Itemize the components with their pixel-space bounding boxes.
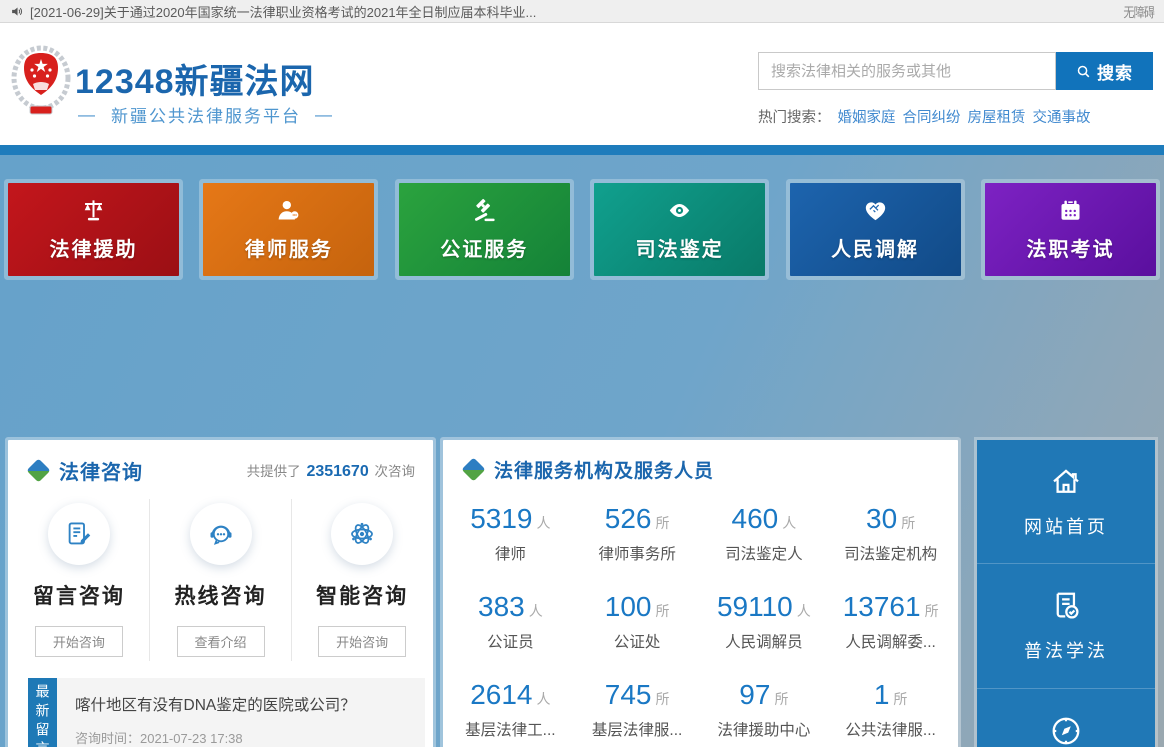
start-consult-button[interactable]: 开始咨询 — [318, 626, 406, 657]
option-hotline-consult: 热线咨询 查看介绍 — [150, 503, 292, 657]
subtitle-dash-right: — — [315, 105, 334, 125]
hot-link-rent[interactable]: 房屋租赁 — [968, 106, 1026, 127]
handshake-icon — [862, 197, 889, 224]
org-stats-grid: 5319人律师 526所律师事务所 460人司法鉴定人 30所司法鉴定机构 38… — [443, 491, 958, 740]
view-intro-button[interactable]: 查看介绍 — [177, 626, 265, 657]
search-button[interactable]: 搜索 — [1056, 52, 1153, 90]
stat-appraisers: 460人司法鉴定人 — [701, 503, 828, 564]
site-subtitle: — 新疆公共法律服务平台 — — [78, 102, 334, 127]
start-consult-button[interactable]: 开始咨询 — [35, 626, 123, 657]
calendar-icon — [1057, 197, 1084, 224]
divider — [291, 499, 292, 661]
hot-search-label: 热门搜索： — [758, 106, 831, 127]
notice-bar: [2021-06-29]关于通过2020年国家统一法律职业资格考试的2021年全… — [0, 0, 1164, 23]
sidebar-item-map[interactable]: 法治地图 — [977, 689, 1155, 747]
tile-notary-service[interactable]: 公证服务 — [399, 183, 570, 276]
tile-people-mediation[interactable]: 人民调解 — [790, 183, 961, 276]
latest-message-time: 咨询时间：2021-07-23 17:38 — [75, 728, 407, 747]
sidebar-item-pufa[interactable]: 普法学法 — [977, 564, 1155, 688]
scales-icon — [80, 197, 107, 224]
hot-link-traffic[interactable]: 交通事故 — [1033, 106, 1091, 127]
ai-icon[interactable] — [331, 503, 393, 565]
consult-count-value: 2351670 — [304, 463, 370, 480]
latest-message-tab: 最新留言 — [28, 678, 57, 747]
tile-judicial-appraisal[interactable]: 司法鉴定 — [594, 183, 765, 276]
option-message-consult: 留言咨询 开始咨询 — [8, 503, 150, 657]
subtitle-dash-left: — — [78, 105, 97, 125]
hot-search-row: 热门搜索： 婚姻家庭 合同纠纷 房屋租赁 交通事故 — [758, 106, 1091, 127]
home-icon — [1048, 464, 1084, 500]
stat-law-firms: 526所律师事务所 — [574, 503, 701, 564]
search-icon — [1076, 64, 1091, 79]
org-card-title: 法律服务机构及服务人员 — [494, 456, 714, 483]
consult-options: 留言咨询 开始咨询 热线咨询 查看介绍 智能咨询 开始咨询 — [8, 493, 433, 657]
section-logo-icon — [26, 458, 50, 482]
stat-appraisal-orgs: 30所司法鉴定机构 — [827, 503, 954, 564]
stat-public-service: 1所公共法律服... — [827, 679, 954, 740]
hot-link-marriage[interactable]: 婚姻家庭 — [838, 106, 896, 127]
hotline-icon[interactable] — [190, 503, 252, 565]
lawyer-icon — [275, 197, 302, 224]
tile-legal-aid[interactable]: 法律援助 — [8, 183, 179, 276]
message-edit-icon[interactable] — [48, 503, 110, 565]
stat-aid-centers: 97所法律援助中心 — [701, 679, 828, 740]
stat-notary-offices: 100所公证处 — [574, 591, 701, 652]
speaker-icon — [10, 5, 24, 18]
legal-consult-card: 法律咨询 共提供了 2351670 次咨询 留言咨询 开始咨询 — [8, 440, 433, 747]
service-tiles-row: 法律援助 律师服务 公证服务 司法鉴定 — [8, 183, 1156, 276]
site-title: 12348新疆法网 — [75, 54, 315, 103]
section-logo-icon — [461, 457, 485, 481]
latest-message-panel[interactable]: 喀什地区有没有DNA鉴定的医院或公司？ 咨询时间：2021-07-23 17:3… — [57, 678, 425, 747]
tile-legal-exam[interactable]: 法职考试 — [985, 183, 1156, 276]
divider — [149, 499, 150, 661]
national-emblem-logo — [10, 42, 72, 118]
main-band: 法律援助 律师服务 公证服务 司法鉴定 — [0, 145, 1164, 747]
latest-message-text[interactable]: 喀什地区有没有DNA鉴定的医院或公司？ — [75, 693, 407, 715]
stat-lawyers: 5319人律师 — [447, 503, 574, 564]
hot-link-contract[interactable]: 合同纠纷 — [903, 106, 961, 127]
subtitle-text: 新疆公共法律服务平台 — [111, 102, 301, 127]
site-header: 12348新疆法网 — 新疆公共法律服务平台 — 搜索 热门搜索： 婚姻家庭 合… — [0, 24, 1164, 145]
gavel-icon — [471, 197, 498, 224]
consult-card-header: 法律咨询 共提供了 2351670 次咨询 — [8, 440, 433, 493]
doc-check-icon — [1048, 588, 1084, 624]
org-stats-card: 法律服务机构及服务人员 5319人律师 526所律师事务所 460人司法鉴定人 … — [443, 440, 958, 747]
search-input[interactable] — [758, 52, 1056, 90]
stat-grassroots-workers: 2614人基层法律工... — [447, 679, 574, 740]
announcement-ticker[interactable]: [2021-06-29]关于通过2020年国家统一法律职业资格考试的2021年全… — [30, 2, 1118, 21]
eye-icon — [666, 197, 693, 224]
band-top-strip — [0, 145, 1164, 155]
accessibility-link[interactable]: 无障碍 — [1123, 2, 1154, 21]
stat-mediation-committees: 13761所人民调解委... — [827, 591, 954, 652]
consult-card-title: 法律咨询 — [59, 456, 143, 485]
tile-lawyer-service[interactable]: 律师服务 — [203, 183, 374, 276]
page: [2021-06-29]关于通过2020年国家统一法律职业资格考试的2021年全… — [0, 0, 1164, 747]
compass-icon — [1048, 713, 1084, 747]
right-sidebar-nav: 网站首页 普法学法 法治地图 — [977, 440, 1155, 747]
option-ai-consult: 智能咨询 开始咨询 — [291, 503, 433, 657]
sidebar-item-home[interactable]: 网站首页 — [977, 440, 1155, 564]
stat-mediators: 59110人人民调解员 — [701, 591, 828, 652]
stat-grassroots-offices: 745所基层法律服... — [574, 679, 701, 740]
latest-message-block: 最新留言 喀什地区有没有DNA鉴定的医院或公司？ 咨询时间：2021-07-23… — [28, 678, 425, 747]
stat-notaries: 383人公证员 — [447, 591, 574, 652]
consult-counter: 共提供了 2351670 次咨询 — [247, 460, 415, 481]
org-card-header: 法律服务机构及服务人员 — [443, 440, 958, 491]
